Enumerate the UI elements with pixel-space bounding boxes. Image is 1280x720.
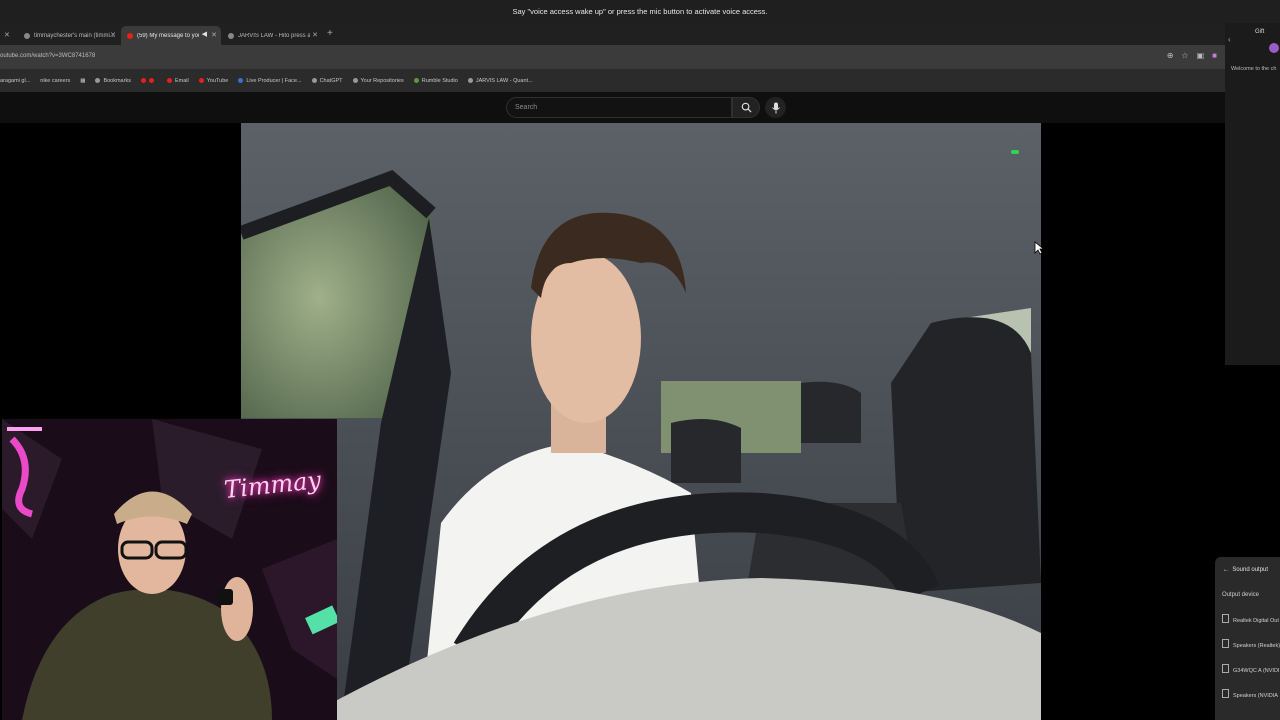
voice-access-bar: Say "voice access wake up" or press the …	[0, 0, 1280, 23]
apps-icon[interactable]: ▦	[80, 78, 85, 84]
mouse-cursor-icon	[1034, 241, 1044, 255]
youtube-header: Search	[0, 92, 1225, 123]
back-arrow-icon[interactable]: ←	[1223, 567, 1232, 573]
profile-icon[interactable]: ■	[1212, 51, 1217, 60]
url-text[interactable]: outube.com/watch?v=3WC8741678	[0, 53, 95, 59]
sound-output-header[interactable]: ← Sound output	[1223, 567, 1268, 573]
microphone-icon	[771, 102, 780, 113]
close-icon[interactable]: ✕	[211, 31, 217, 39]
bookmark-item[interactable]: Your Repositories	[352, 78, 404, 84]
output-device-option[interactable]: Speakers (Realtek)	[1222, 639, 1280, 649]
output-device-option[interactable]: Speakers (NVIDIA	[1222, 689, 1278, 699]
bookmark-item[interactable]	[140, 78, 157, 83]
output-device-option[interactable]: Realtek Digital Out	[1222, 614, 1279, 624]
search-button[interactable]	[732, 97, 760, 118]
address-bar[interactable]: outube.com/watch?v=3WC8741678 ⊕ ☆ ▣ ■	[0, 45, 1225, 69]
sound-output-flyout: ← Sound output Output device Realtek Dig…	[1215, 557, 1280, 720]
search-icon	[741, 102, 752, 113]
tab-youtube-video[interactable]: (59) My message to young ... ◀ ✕	[121, 26, 221, 45]
video-frame	[241, 123, 1041, 720]
tab-strip: ✕ timmaychester's main (timmi... ✕ (59) …	[0, 23, 1225, 45]
mail-icon	[166, 78, 172, 83]
tab-label: (59) My message to young ...	[137, 32, 199, 39]
side-panel: ‹ Gift Welcome to the ch	[1225, 23, 1280, 365]
bookmark-item[interactable]: Live Producer | Face...	[238, 78, 302, 84]
star-icon[interactable]: ☆	[1181, 51, 1188, 60]
youtube-icon	[127, 32, 133, 39]
output-device-option[interactable]: G34WQC A (NVIDI	[1222, 664, 1279, 674]
speaker-icon[interactable]: ◀	[202, 30, 207, 38]
voice-search-button[interactable]	[765, 97, 786, 118]
bookmark-item[interactable]: Rumble Studio	[413, 78, 458, 84]
star-icon	[95, 78, 101, 83]
github-icon	[352, 78, 358, 83]
tab-timmaychester[interactable]: timmaychester's main (timmi... ✕	[18, 26, 120, 45]
address-bar-icons: ⊕ ☆ ▣ ■	[1167, 51, 1217, 60]
youtube-icon	[140, 78, 146, 83]
bookmarks-bar: aragami gl... nike careers ▦ Bookmarks E…	[0, 69, 1225, 92]
globe-icon	[24, 32, 30, 39]
new-tab-button[interactable]: +	[327, 28, 333, 39]
bookmark-item[interactable]: Bookmarks	[95, 78, 131, 84]
chat-welcome-text: Welcome to the ch	[1231, 66, 1277, 72]
chevron-left-icon[interactable]: ‹	[1228, 35, 1231, 44]
youtube-icon	[198, 78, 204, 83]
youtube-icon	[148, 78, 154, 83]
search-placeholder: Search	[515, 104, 538, 111]
rumble-icon	[413, 78, 419, 83]
tab-jarvis-law[interactable]: JARVIS LAW - Hito press at de... ✕	[222, 26, 322, 45]
globe-icon	[467, 78, 473, 83]
facebook-icon	[238, 78, 244, 83]
bookmark-item[interactable]: ChatGPT	[311, 78, 343, 84]
browser-chrome: ✕ timmaychester's main (timmi... ✕ (59) …	[0, 23, 1225, 92]
close-icon[interactable]: ✕	[4, 31, 10, 39]
video-player[interactable]	[241, 123, 1041, 720]
extensions-icon[interactable]: ▣	[1197, 51, 1205, 60]
webcam-frame	[2, 419, 337, 720]
output-device-heading: Output device	[1222, 592, 1260, 598]
tab-label: JARVIS LAW - Hito press at de...	[238, 32, 310, 39]
bookmark-item[interactable]: JARVIS LAW - Quant...	[467, 78, 533, 84]
close-icon[interactable]: ✕	[110, 31, 116, 39]
avatar[interactable]	[1269, 43, 1279, 53]
globe-icon	[228, 32, 234, 39]
search-input[interactable]: Search	[506, 97, 732, 118]
bookmark-item[interactable]: nike careers	[40, 78, 70, 84]
gift-label[interactable]: Gift	[1255, 29, 1264, 35]
bookmark-item[interactable]: Email	[166, 78, 189, 84]
close-icon[interactable]: ✕	[312, 31, 318, 39]
bookmark-item[interactable]: YouTube	[198, 78, 228, 84]
voice-access-message: Say "voice access wake up" or press the …	[512, 7, 768, 16]
webcam-overlay: Timmay	[2, 419, 337, 720]
chatgpt-icon	[311, 78, 317, 83]
install-icon[interactable]: ⊕	[1167, 51, 1174, 60]
bookmark-item[interactable]: aragami gl...	[0, 78, 30, 84]
tab-label: timmaychester's main (timmi...	[34, 32, 115, 39]
